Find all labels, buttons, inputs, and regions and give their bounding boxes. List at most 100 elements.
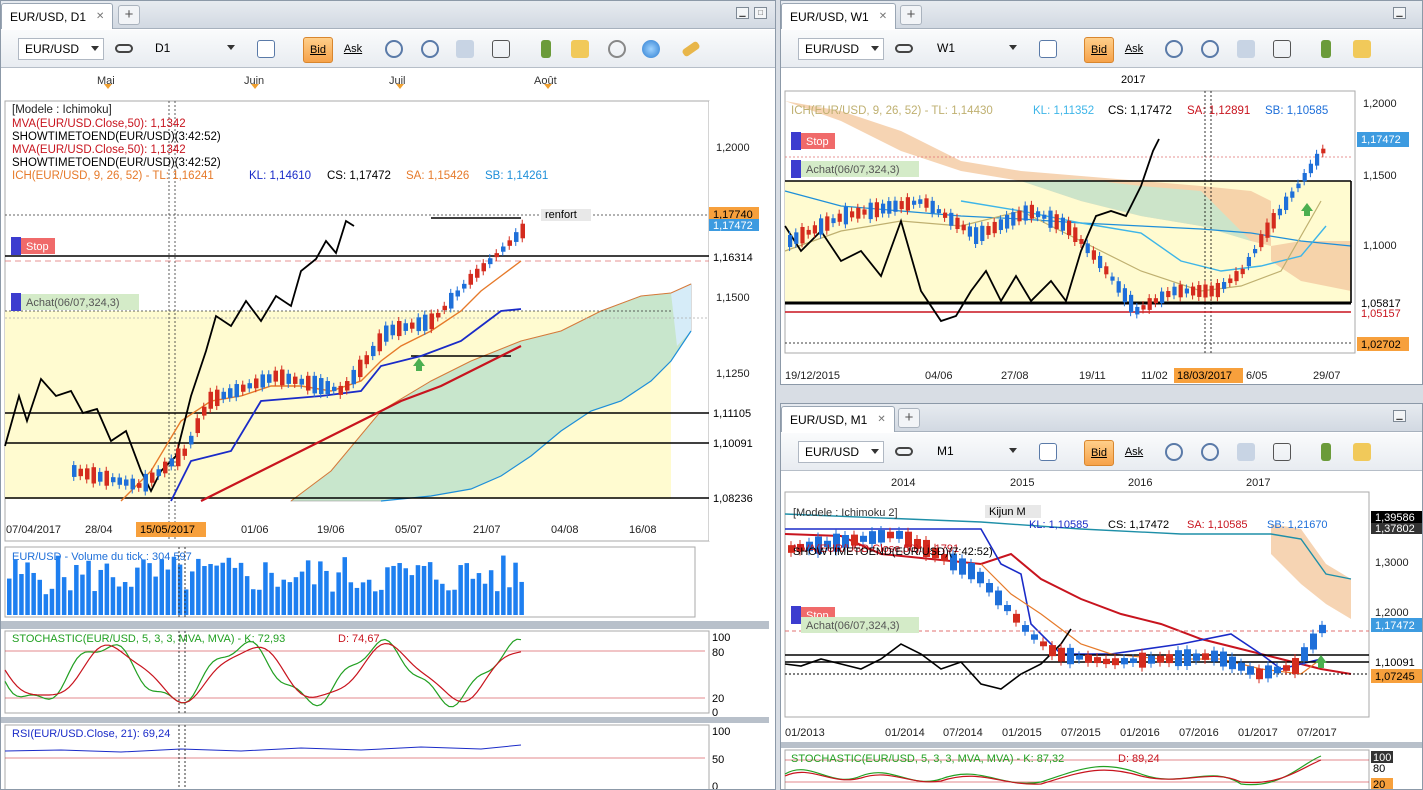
volume-bar: [342, 557, 347, 615]
volume-bar: [488, 570, 494, 615]
candle: [1238, 662, 1245, 671]
candle: [312, 375, 317, 394]
candle: [1220, 651, 1227, 667]
legend-ichimoku: ICH(EUR/USD, 9, 26, 52) - TL: 1,14430: [791, 105, 993, 117]
price-axis-label: 1,1250: [716, 368, 750, 380]
candle: [449, 292, 454, 309]
volume-bar: [25, 562, 30, 615]
top-axis-label: 2014: [891, 477, 915, 489]
candle: [293, 376, 298, 384]
rsi-axis: 50: [712, 754, 724, 766]
candle: [812, 225, 817, 234]
date-axis-label: 11/02: [1141, 370, 1168, 382]
candle: [1247, 666, 1254, 675]
w1-chart-canvas[interactable]: 2017 1,2000 1,1500 1,1000 1,17472 1,0581…: [781, 1, 1423, 385]
volume-bar: [440, 583, 445, 615]
price-level-label: 1,08236: [713, 493, 753, 505]
stoch-d-label: D: 74,67: [338, 633, 380, 645]
volume-bar: [501, 555, 506, 615]
candle: [390, 324, 395, 336]
volume-bar: [61, 577, 67, 615]
volume-bar: [55, 555, 61, 615]
candle: [1058, 647, 1065, 662]
candle: [1319, 624, 1326, 634]
candle: [423, 314, 428, 331]
stop-label: Stop: [26, 241, 49, 253]
candle: [1005, 214, 1010, 229]
chart-window-m1[interactable]: EUR/USD, M1 ✕ + ▁ EUR/USD M1 Bid Ask 2014…: [780, 403, 1423, 790]
candle: [961, 224, 966, 231]
date-axis-label: 27/08: [1001, 370, 1029, 382]
price-level-label: 1,16314: [713, 252, 753, 264]
volume-bar: [141, 559, 146, 615]
rsi-label: RSI(EUR/USD.Close, 21): 69,24: [12, 728, 170, 740]
legend-ichimoku: ICH(EUR/USD, 9, 26, 52) - TL: 1,16241: [12, 170, 214, 182]
volume-bar: [122, 582, 128, 615]
candle: [403, 323, 408, 331]
candle: [837, 213, 842, 222]
candle: [1040, 641, 1047, 647]
candle: [410, 322, 415, 329]
candle: [977, 571, 984, 584]
kijun-tag: Kijun M: [989, 506, 1026, 518]
volume-bar: [251, 589, 256, 615]
candle: [111, 477, 116, 483]
candle: [924, 198, 929, 208]
candle: [1085, 243, 1090, 254]
candle: [896, 530, 903, 539]
legend-timer: SHOWTIMETOEND(EUR/USD)(3:42:52): [12, 157, 221, 169]
price-tag-value: 1,37802: [1375, 523, 1415, 535]
candle: [91, 467, 96, 484]
candle: [881, 203, 886, 214]
candle: [130, 478, 135, 490]
volume-bar: [409, 575, 415, 615]
candle: [998, 219, 1003, 231]
top-axis-label: 2015: [1010, 477, 1034, 489]
candle: [1023, 205, 1028, 221]
price-level-label: 1,11105: [713, 408, 751, 420]
candle: [384, 325, 389, 342]
candle: [78, 468, 83, 477]
volume-bar: [379, 589, 384, 615]
chart-window-d1[interactable]: EUR/USD, D1 ✕ + ▁ □ EUR/USD D1 Bid Ask Ma…: [0, 0, 776, 790]
volume-bar: [7, 578, 12, 615]
date-axis-label: 01/2013: [785, 727, 825, 739]
candle: [1094, 657, 1101, 664]
candle: [918, 199, 923, 204]
candle: [273, 370, 278, 382]
candle: [949, 212, 954, 226]
candle: [494, 253, 499, 258]
candle: [862, 209, 867, 215]
volume-bar: [68, 590, 73, 615]
d1-chart-canvas[interactable]: Mai Juin Juil Août 1,2000 1,1500 1,1250 …: [1, 1, 776, 790]
candle: [1135, 306, 1140, 315]
candle: [475, 268, 480, 278]
candle: [974, 227, 979, 244]
candle: [1259, 234, 1264, 248]
volume-bar: [495, 591, 500, 615]
candle: [280, 369, 285, 386]
date-axis-label: 04/08: [551, 524, 579, 536]
stoch-label: STOCHASTIC(EUR/USD, 5, 3, 3, MVA, MVA) -…: [791, 753, 1064, 765]
candle: [351, 369, 356, 385]
volume-bar: [348, 582, 354, 615]
m1-chart-canvas[interactable]: 2014 2015 2016 2017 1,3000 1,2000 1,3958…: [781, 404, 1423, 790]
legend-model: [Modele : Ichimoku]: [12, 104, 112, 116]
candle: [806, 229, 811, 235]
candle: [1283, 665, 1290, 671]
volume-bar: [98, 569, 103, 615]
price-level-label: 1,10091: [1375, 657, 1415, 669]
candle: [874, 202, 879, 218]
candle: [1308, 163, 1313, 174]
candle: [1209, 285, 1214, 297]
candle: [1166, 291, 1171, 298]
candle: [455, 290, 460, 297]
date-axis-label: 07/2015: [1061, 727, 1101, 739]
price-tag-value: 1,17472: [1361, 134, 1401, 146]
chart-window-w1[interactable]: EUR/USD, W1 ✕ + ▁ EUR/USD W1 Bid Ask 2017: [780, 0, 1423, 385]
volume-bar: [153, 576, 158, 615]
volume-bar: [177, 564, 183, 615]
candle: [1302, 173, 1307, 182]
volume-bar: [519, 581, 524, 615]
candle: [1234, 271, 1239, 282]
